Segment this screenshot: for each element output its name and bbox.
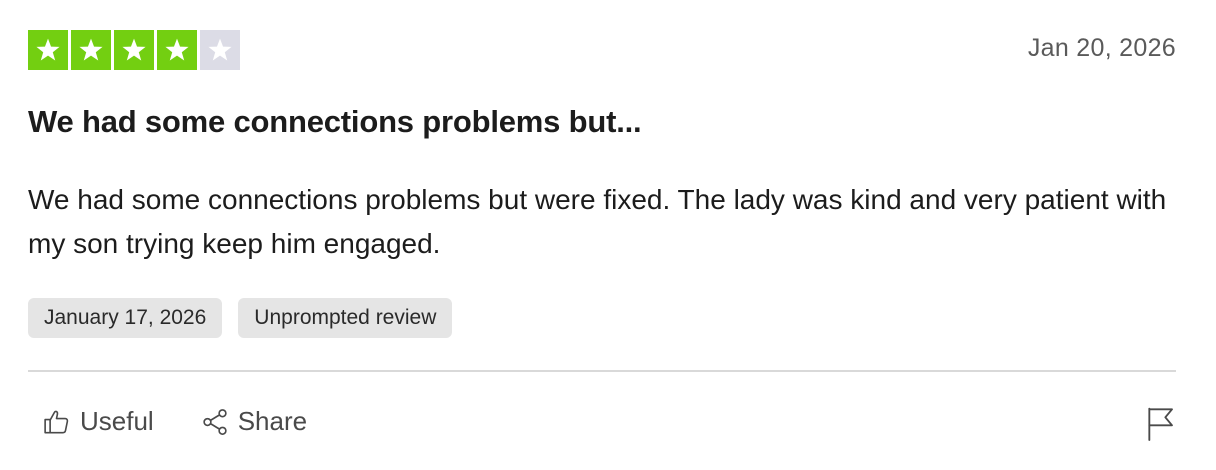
review-title[interactable]: We had some connections problems but... <box>28 104 642 140</box>
review-card: Jan 20, 2026 We had some connections pro… <box>28 0 1176 470</box>
review-actions: Useful Share <box>42 406 307 437</box>
useful-label: Useful <box>80 406 154 436</box>
review-tags: January 17, 2026 Unprompted review <box>28 298 453 338</box>
star-empty <box>200 30 240 70</box>
divider <box>28 370 1176 372</box>
share-button[interactable]: Share <box>200 406 307 437</box>
review-date: Jan 20, 2026 <box>1027 34 1176 62</box>
review-source-chip: Unprompted review <box>238 298 453 338</box>
star-filled <box>114 30 154 70</box>
review-header: Jan 20, 2026 <box>28 30 1176 70</box>
report-button[interactable] <box>1144 406 1176 442</box>
star-filled <box>157 30 197 70</box>
share-icon <box>200 407 230 437</box>
star-icon <box>122 38 146 61</box>
star-rating <box>28 30 240 70</box>
thumbs-up-icon <box>42 407 72 437</box>
star-filled <box>71 30 111 70</box>
experience-date-chip: January 17, 2026 <box>28 298 223 338</box>
star-icon <box>165 38 189 61</box>
star-icon <box>79 38 103 61</box>
star-filled <box>28 30 68 70</box>
share-label: Share <box>237 406 308 436</box>
flag-icon <box>1144 407 1176 446</box>
useful-button[interactable]: Useful <box>42 406 154 437</box>
star-icon <box>208 38 232 61</box>
review-body: We had some connections problems but wer… <box>28 184 1167 259</box>
star-icon <box>36 38 60 61</box>
